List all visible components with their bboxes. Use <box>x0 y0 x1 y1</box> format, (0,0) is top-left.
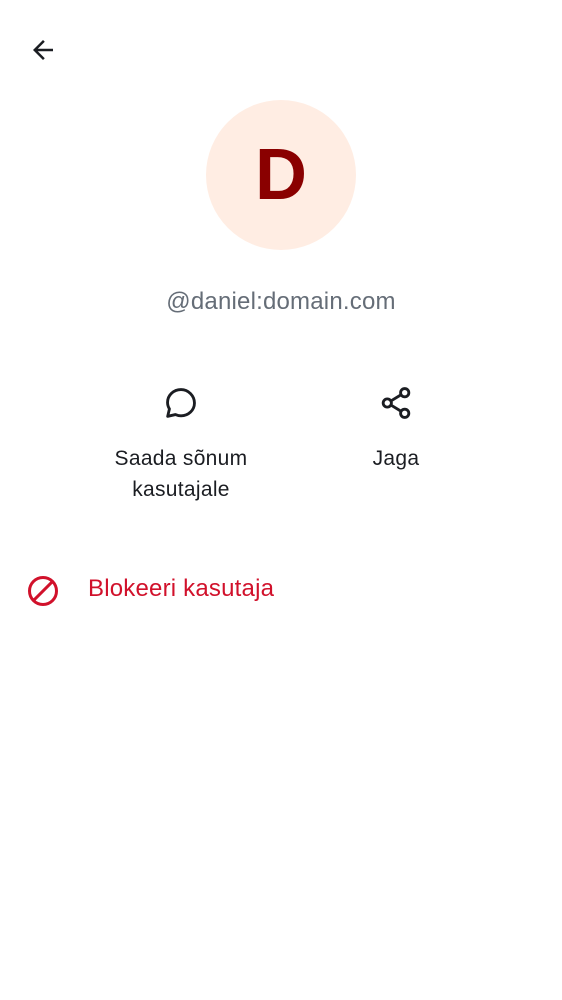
block-icon <box>25 573 61 609</box>
block-user-button[interactable]: Blokeeri kasutaja <box>0 560 562 622</box>
back-button[interactable] <box>18 25 68 75</box>
chat-bubble-icon <box>158 380 204 426</box>
share-icon <box>373 380 419 426</box>
send-message-button[interactable]: Saada sõnum kasutajale <box>86 380 276 505</box>
share-button[interactable]: Jaga <box>301 380 491 474</box>
share-label: Jaga <box>372 447 420 470</box>
avatar-initial: D <box>255 135 307 215</box>
send-message-label: Saada sõnum kasutajale <box>114 447 248 501</box>
user-profile-screen: D @daniel:domain.com Saada sõnum kasutaj… <box>0 0 562 1000</box>
block-user-label: Blokeeri kasutaja <box>88 575 275 602</box>
user-id: @daniel:domain.com <box>166 288 396 315</box>
arrow-left-icon <box>33 40 53 60</box>
avatar: D <box>206 100 356 250</box>
